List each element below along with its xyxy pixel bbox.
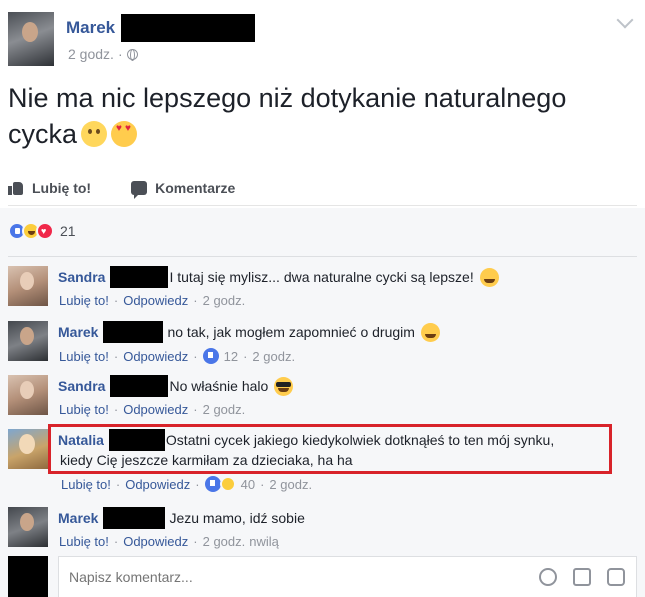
highlight-box [48, 424, 612, 474]
comment-author[interactable]: Marek [58, 510, 98, 526]
comment-reply-link[interactable]: Odpowiedz [123, 293, 188, 308]
comment-text: I tutaj się mylisz... dwa naturalne cyck… [169, 269, 474, 285]
redacted-surname [121, 14, 256, 42]
comment-item: Marek Jezu mamo, idź sobie Lubię to! · O… [8, 503, 637, 553]
redacted-surname [103, 507, 166, 529]
comment-time[interactable]: 2 godz. [252, 349, 295, 364]
comment-meta: Lubię to! · Odpowiedz · 2 godz. [59, 293, 246, 308]
comment-author[interactable]: Marek [58, 324, 98, 340]
chevron-down-icon[interactable] [616, 11, 634, 29]
redacted-surname [110, 375, 169, 397]
comment-meta: Lubię to! · Odpowiedz · 12 · 2 godz. [59, 348, 296, 364]
comment-time[interactable]: 2 godz. [203, 534, 246, 549]
comment-text: No właśnie halo [169, 378, 269, 394]
comment-time[interactable]: 2 godz. [203, 402, 246, 417]
love-icon [36, 222, 54, 240]
facebook-post: Marek 2 godz. · Nie ma nic lepszego niż … [0, 0, 645, 597]
avatar [8, 556, 48, 597]
comment-time-suffix: nwilą [249, 534, 279, 549]
comment-button[interactable]: Komentarze [131, 180, 235, 199]
reactions-summary[interactable]: 21 [8, 222, 76, 240]
comment-reply-link[interactable]: Odpowiedz [123, 349, 188, 364]
avatar[interactable] [8, 429, 48, 469]
author-name[interactable]: Marek [66, 18, 115, 38]
post-actions: Lubię to! Komentarze [8, 170, 637, 206]
comment-meta: Lubię to! · Odpowiedz · 2 godz. [59, 402, 246, 417]
comment-like-link[interactable]: Lubię to! [59, 534, 109, 549]
thinking-face-icon [81, 121, 108, 147]
post-header: Marek 2 godz. · [8, 6, 637, 68]
avatar[interactable] [8, 375, 48, 415]
comment-item: Sandra I tutaj się mylisz... dwa natural… [8, 262, 637, 312]
comment-composer [8, 556, 637, 597]
comment-meta: Lubię to! · Odpowiedz · 2 godz. nwilą [59, 534, 279, 549]
comment-like-link[interactable]: Lubię to! [61, 477, 111, 492]
comment-item: Sandra No właśnie halo Lubię to! · Odpow… [8, 371, 637, 421]
author-avatar[interactable] [8, 12, 54, 66]
heart-eyes-icon [111, 121, 138, 147]
like-icon [204, 476, 221, 492]
comment-meta: Lubię to! · Odpowiedz · 40 · 2 godz. [61, 476, 313, 492]
comment-reply-link[interactable]: Odpowiedz [125, 477, 190, 492]
comment-icon [131, 180, 148, 199]
comment-text: Jezu mamo, idź sobie [169, 510, 305, 526]
comment-like-link[interactable]: Lubię to! [59, 402, 109, 417]
thumbs-up-icon [8, 181, 24, 195]
comment-author[interactable]: Sandra [58, 378, 105, 394]
comment-like-link[interactable]: Lubię to! [59, 293, 109, 308]
sticker-icon[interactable] [607, 568, 625, 586]
post-time[interactable]: 2 godz. [68, 46, 114, 62]
sunglasses-face-icon [274, 376, 294, 396]
globe-icon [126, 48, 138, 61]
comment-like-link[interactable]: Lubię to! [59, 349, 109, 364]
comment-reply-link[interactable]: Odpowiedz [123, 534, 188, 549]
tongue-face-icon [420, 322, 440, 342]
comment-like-count[interactable]: 12 [224, 349, 238, 364]
reaction-count: 21 [60, 223, 76, 239]
avatar[interactable] [8, 321, 48, 361]
laughing-face-icon [479, 267, 499, 287]
redacted-surname [103, 321, 164, 343]
like-icon [202, 348, 219, 364]
comment-time[interactable]: 2 godz. [203, 293, 246, 308]
comment-like-count[interactable]: 40 [241, 477, 255, 492]
divider [8, 256, 637, 257]
redacted-surname [110, 266, 169, 288]
post-meta: 2 godz. · [68, 46, 138, 62]
comment-reply-link[interactable]: Odpowiedz [123, 402, 188, 417]
avatar[interactable] [8, 266, 48, 306]
camera-icon[interactable] [573, 568, 591, 586]
comment-time[interactable]: 2 godz. [269, 477, 312, 492]
post-text: Nie ma nic lepszego niż dotykanie natura… [8, 80, 568, 152]
comment-item: Marek no tak, jak mogłem zapomnieć o dru… [8, 317, 637, 367]
haha-icon [219, 476, 236, 492]
comment-text: no tak, jak mogłem zapomnieć o drugim [167, 324, 415, 340]
emoji-icon[interactable] [539, 568, 557, 586]
comment-author[interactable]: Sandra [58, 269, 105, 285]
like-button[interactable]: Lubię to! [8, 180, 91, 196]
avatar[interactable] [8, 507, 48, 547]
